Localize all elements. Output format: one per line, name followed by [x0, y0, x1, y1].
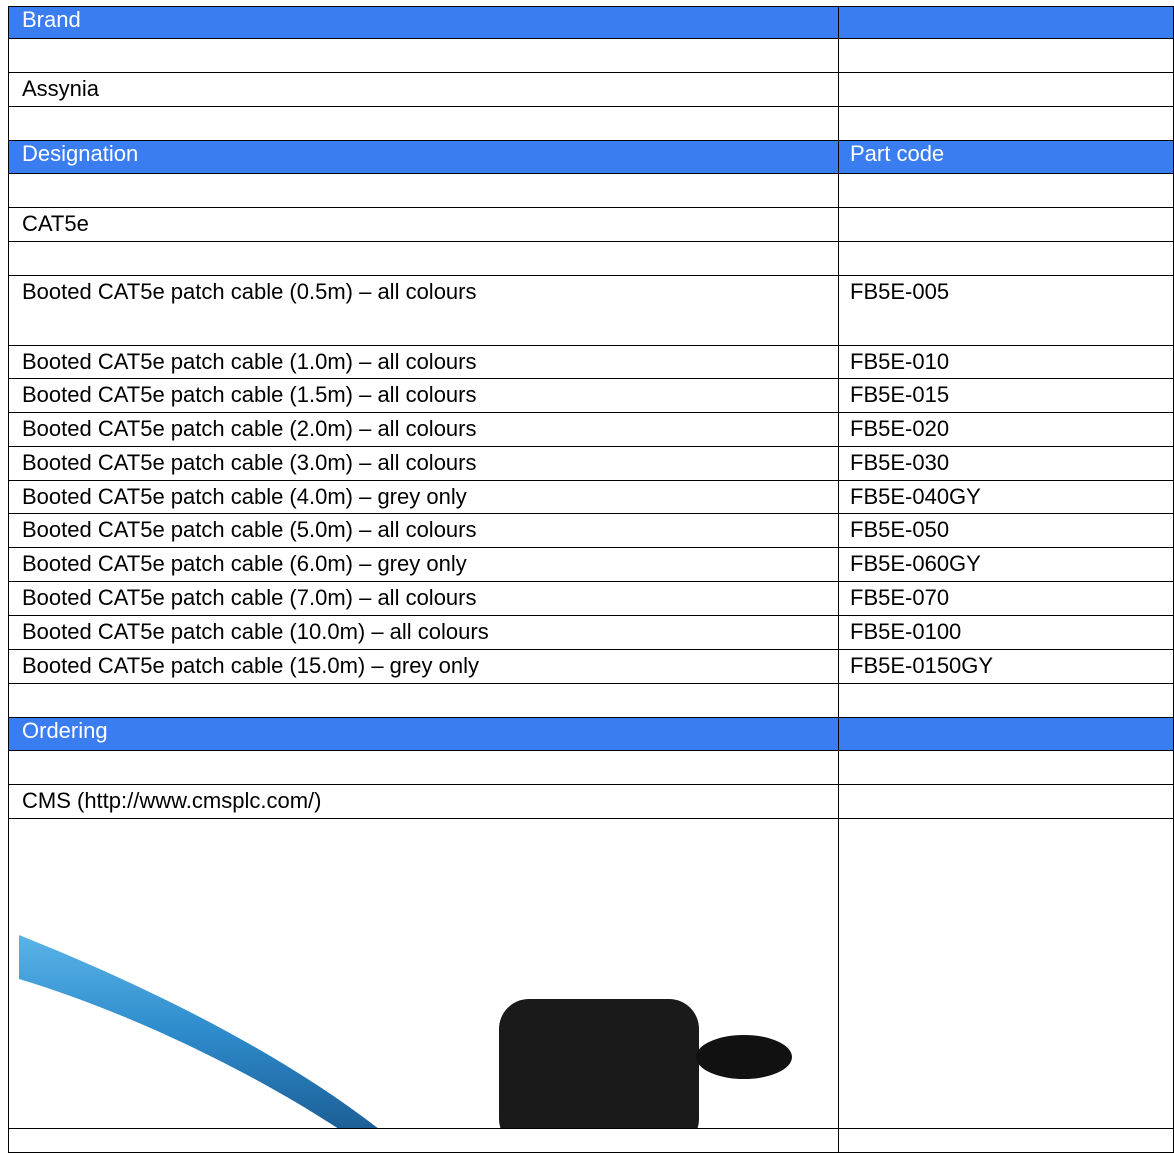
table-row: Booted CAT5e patch cable (4.0m) – grey o… — [8, 481, 1174, 514]
designation-cell: Booted CAT5e patch cable (15.0m) – grey … — [9, 650, 839, 683]
table-row: Booted CAT5e patch cable (2.0m) – all co… — [8, 413, 1174, 447]
table-row: Booted CAT5e patch cable (10.0m) – all c… — [8, 616, 1174, 650]
part-code-cell: FB5E-030 — [850, 450, 950, 475]
blank-row — [8, 39, 1174, 73]
part-code-cell: FB5E-060GY — [850, 551, 981, 576]
supplier-link[interactable]: CMS (http://www.cmsplc.com/) — [9, 785, 839, 818]
table-row: Booted CAT5e patch cable (1.0m) – all co… — [8, 346, 1174, 379]
designation-cell: Booted CAT5e patch cable (1.5m) – all co… — [9, 379, 839, 412]
designation-column-header: Designation — [9, 141, 839, 173]
ordering-header-empty — [839, 718, 1173, 750]
part-code-cell: FB5E-040GY — [850, 484, 981, 509]
table-row: Booted CAT5e patch cable (0.5m) – all co… — [8, 276, 1174, 346]
brand-header-empty — [839, 7, 1173, 38]
brand-value-row: Assynia — [8, 73, 1174, 107]
document-page: Brand Assynia Designation Part code CAT5… — [8, 6, 1174, 1153]
table-row: Booted CAT5e patch cable (7.0m) – all co… — [8, 582, 1174, 616]
part-code-column-header: Part code — [850, 141, 945, 166]
designation-cell: Booted CAT5e patch cable (6.0m) – grey o… — [9, 548, 839, 581]
designation-cell: Booted CAT5e patch cable (2.0m) – all co… — [9, 413, 839, 446]
designation-cell: Booted CAT5e patch cable (5.0m) – all co… — [9, 514, 839, 547]
table-row: Booted CAT5e patch cable (5.0m) – all co… — [8, 514, 1174, 548]
designation-cell: Booted CAT5e patch cable (4.0m) – grey o… — [9, 481, 839, 513]
table-header-row: Designation Part code — [8, 141, 1174, 174]
supplier-row: CMS (http://www.cmsplc.com/) — [8, 785, 1174, 819]
part-code-cell: FB5E-050 — [850, 517, 950, 542]
blank-row — [8, 751, 1174, 785]
part-code-cell: FB5E-005 — [850, 279, 950, 304]
image-row-empty — [839, 819, 1173, 1128]
ordering-header-row: Ordering — [8, 718, 1174, 751]
brand-header: Brand — [9, 7, 839, 38]
brand-value: Assynia — [9, 73, 839, 106]
image-row — [8, 819, 1174, 1129]
designation-cell: Booted CAT5e patch cable (10.0m) – all c… — [9, 616, 839, 649]
ordering-header: Ordering — [9, 718, 839, 750]
blue-patch-cable-photo — [19, 935, 792, 1128]
part-code-cell: FB5E-0150GY — [850, 653, 994, 678]
table-row: Booted CAT5e patch cable (6.0m) – grey o… — [8, 548, 1174, 582]
table-row: Booted CAT5e patch cable (1.5m) – all co… — [8, 379, 1174, 413]
part-code-cell: FB5E-070 — [850, 585, 950, 610]
blank-row — [8, 242, 1174, 276]
product-image-cell — [9, 819, 839, 1128]
designation-cell: Booted CAT5e patch cable (3.0m) – all co… — [9, 447, 839, 480]
brand-header-row: Brand — [8, 6, 1174, 39]
designation-cell: Booted CAT5e patch cable (7.0m) – all co… — [9, 582, 839, 615]
part-code-cell: FB5E-015 — [850, 382, 950, 407]
category-label: CAT5e — [9, 208, 839, 241]
table-row: Booted CAT5e patch cable (15.0m) – grey … — [8, 650, 1174, 684]
part-code-cell: FB5E-0100 — [850, 619, 962, 644]
blank-row — [8, 174, 1174, 208]
blank-row — [8, 1129, 1174, 1153]
blank-row — [8, 107, 1174, 141]
table-row: Booted CAT5e patch cable (3.0m) – all co… — [8, 447, 1174, 481]
designation-cell: Booted CAT5e patch cable (0.5m) – all co… — [9, 276, 839, 345]
part-code-cell: FB5E-010 — [850, 349, 950, 374]
category-row: CAT5e — [8, 208, 1174, 242]
designation-cell: Booted CAT5e patch cable (1.0m) – all co… — [9, 346, 839, 378]
part-code-cell: FB5E-020 — [850, 416, 950, 441]
blank-row — [8, 684, 1174, 718]
